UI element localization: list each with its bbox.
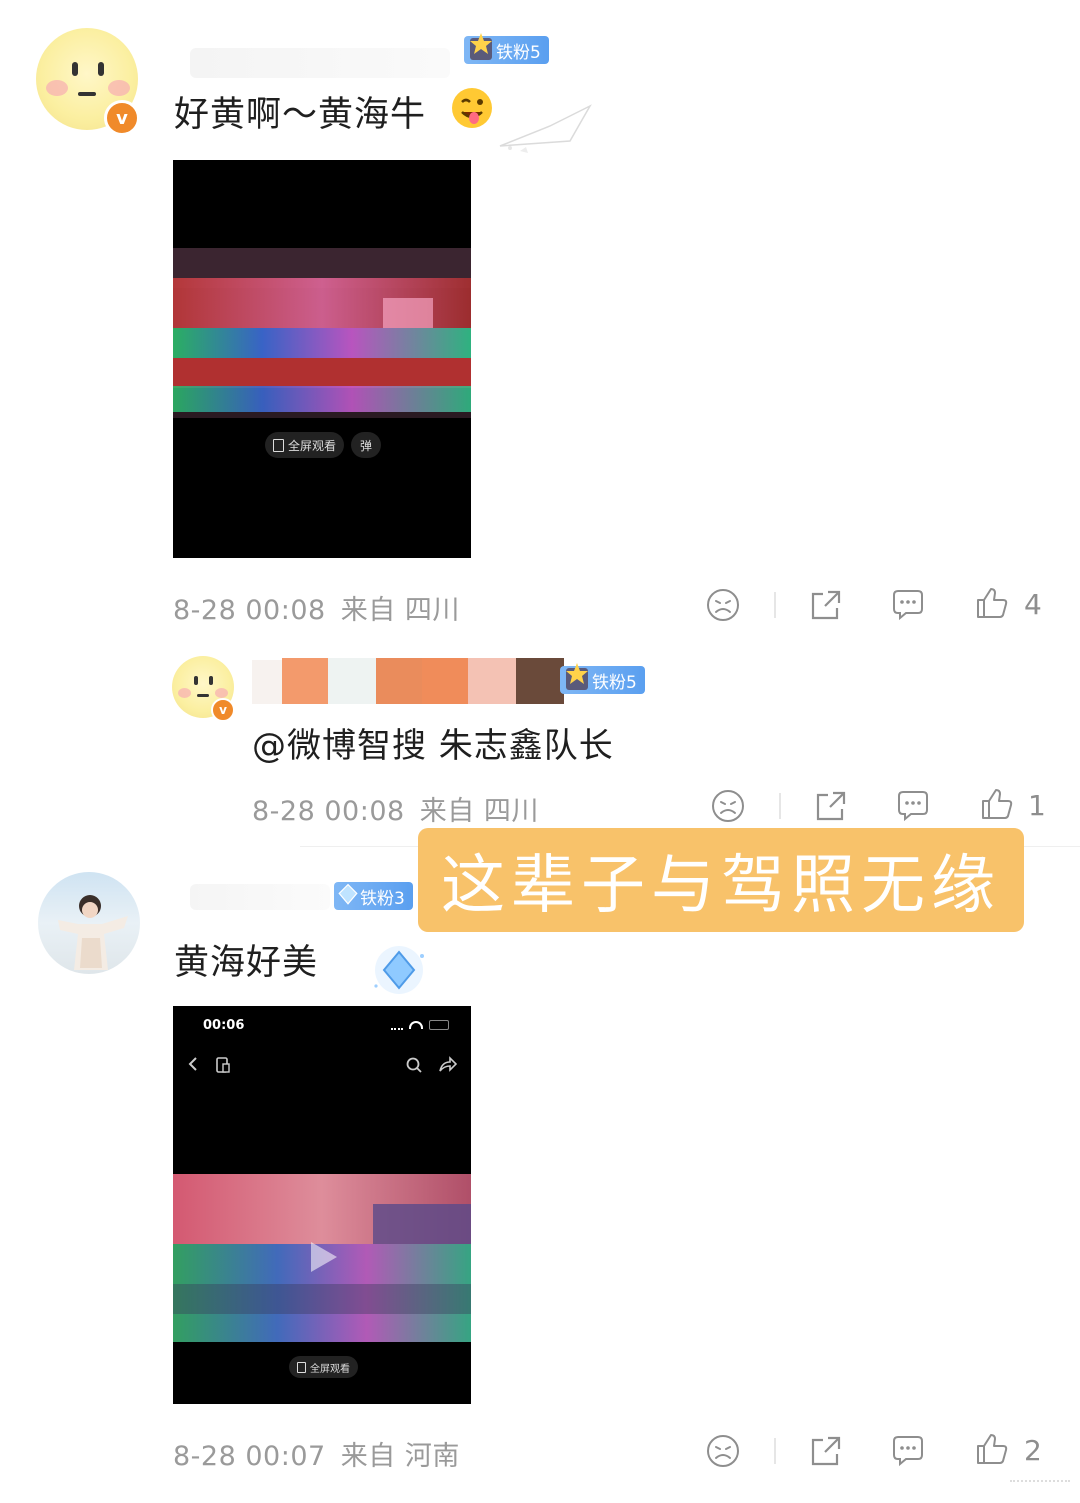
comment-text: 黄海好美 — [174, 934, 318, 985]
decorative-crane-icon — [499, 104, 592, 153]
username-blurred[interactable] — [190, 884, 330, 910]
fullscreen-icon — [273, 438, 284, 452]
fan-badge-label: 铁粉5 — [592, 672, 637, 693]
comment-time: 8-28 00:08 — [173, 595, 326, 626]
caption-overlay: 这辈子与驾照无缘 — [418, 828, 1024, 932]
username-blurred[interactable] — [190, 48, 450, 78]
fan-badge: 铁粉3 — [334, 882, 413, 910]
comment-meta: 8-28 00:08 来自 四川 — [252, 789, 539, 828]
fullscreen-button[interactable]: 全屏观看 — [265, 432, 345, 458]
comment-meta: 8-28 00:08 来自 四川 — [173, 588, 460, 627]
comment-location: 来自 河南 — [340, 1441, 460, 1472]
comment-text: 好黄啊～黄海牛 — [174, 86, 426, 137]
danmaku-button[interactable]: 弹 — [351, 432, 381, 458]
fan-badge-label: 铁粉3 — [360, 888, 405, 909]
like-count: 1 — [1028, 789, 1046, 822]
diamond-decoration-icon — [374, 946, 424, 994]
back-icon[interactable] — [185, 1056, 201, 1072]
forward-icon[interactable] — [437, 1056, 457, 1074]
danmaku-label: 弹 — [359, 438, 372, 453]
stadium-scene — [173, 248, 471, 418]
document-icon[interactable] — [215, 1056, 231, 1074]
comment-meta: 8-28 00:07 来自 河南 — [173, 1434, 460, 1473]
divider — [779, 793, 781, 819]
comment-location: 来自 四川 — [340, 595, 460, 626]
signal-icon — [391, 1020, 403, 1030]
fan-badge: 铁粉5 — [560, 663, 645, 694]
divider — [774, 1438, 776, 1464]
play-icon[interactable] — [303, 1238, 341, 1276]
diamond-icon — [338, 883, 358, 905]
thumbs-up-icon[interactable] — [974, 585, 1010, 621]
comment-time: 8-28 00:07 — [173, 1441, 326, 1472]
share-icon[interactable] — [808, 1433, 844, 1469]
battery-icon — [429, 1020, 449, 1030]
fan-badge: 铁粉5 — [464, 33, 549, 64]
video-thumbnail[interactable]: 全屏观看 弹 — [173, 160, 471, 558]
fan-badge-label: 铁粉5 — [496, 42, 541, 63]
wifi-icon — [409, 1021, 423, 1029]
video-thumbnail[interactable]: 00:06 全屏观看 — [173, 1006, 471, 1404]
person-photo — [58, 895, 128, 970]
thumbs-up-icon[interactable] — [979, 786, 1015, 822]
divider — [774, 592, 776, 618]
fullscreen-label: 全屏观看 — [310, 1363, 350, 1375]
search-icon[interactable] — [405, 1056, 423, 1074]
watermark — [1010, 1480, 1070, 1498]
comment-icon[interactable] — [890, 587, 926, 623]
star-icon — [566, 663, 588, 690]
thumbs-up-icon[interactable] — [974, 1431, 1010, 1467]
comment-body: 好黄啊～黄海牛 — [174, 95, 427, 135]
comment-body[interactable]: @微博智搜 朱志鑫队长 — [252, 726, 614, 766]
share-icon[interactable] — [808, 587, 844, 623]
tongue-emoji-icon — [452, 88, 492, 128]
comment-location: 来自 四川 — [419, 796, 539, 827]
share-icon[interactable] — [813, 788, 849, 824]
user-avatar[interactable] — [38, 872, 140, 974]
sad-face-icon[interactable] — [710, 788, 746, 824]
sad-face-icon[interactable] — [705, 587, 741, 623]
like-count: 4 — [1024, 588, 1042, 621]
star-icon — [470, 33, 492, 60]
fullscreen-icon — [297, 1361, 306, 1373]
sad-face-icon[interactable] — [705, 1433, 741, 1469]
comment-icon[interactable] — [895, 788, 931, 824]
fullscreen-label: 全屏观看 — [288, 438, 337, 453]
comment-icon[interactable] — [890, 1433, 926, 1469]
verified-badge: v — [211, 698, 235, 722]
comment-text: @微博智搜 朱志鑫队长 — [252, 718, 614, 767]
verified-badge: v — [104, 100, 140, 136]
caption-text: 这辈子与驾照无缘 — [441, 849, 1001, 923]
status-bar-time: 00:06 — [203, 1018, 245, 1033]
status-bar-icons — [391, 1020, 449, 1030]
like-count: 2 — [1024, 1434, 1042, 1467]
comment-body: 黄海好美 — [174, 943, 319, 983]
fullscreen-button[interactable]: 全屏观看 — [289, 1356, 358, 1378]
comment-time: 8-28 00:08 — [252, 796, 405, 827]
